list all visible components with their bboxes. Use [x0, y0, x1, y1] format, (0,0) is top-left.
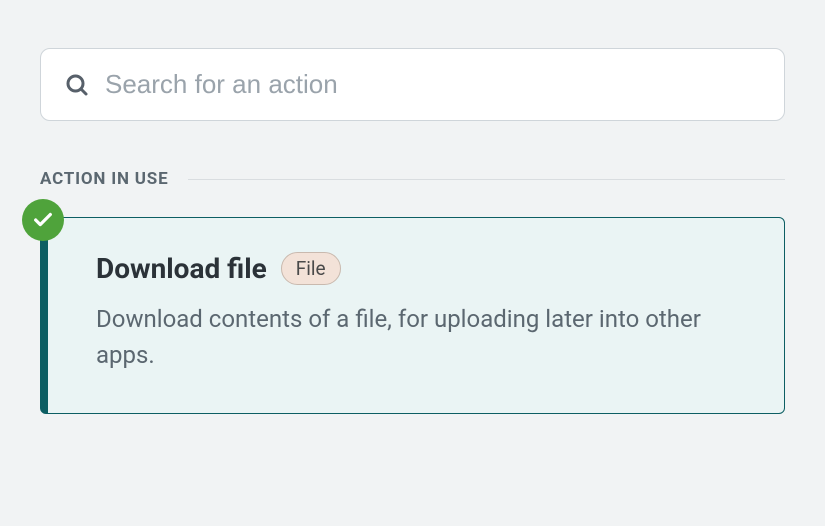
action-card-wrap: Download file File Download contents of … — [40, 217, 785, 414]
search-input[interactable] — [105, 69, 760, 100]
action-title: Download file — [96, 252, 267, 285]
search-box[interactable] — [40, 48, 785, 121]
section-divider — [188, 179, 785, 180]
action-title-row: Download file File — [96, 252, 736, 285]
section-label: ACTION IN USE — [40, 169, 168, 189]
search-icon — [65, 73, 89, 97]
action-card[interactable]: Download file File Download contents of … — [40, 217, 785, 414]
check-icon — [22, 199, 64, 241]
action-tag: File — [281, 252, 341, 285]
section-header: ACTION IN USE — [40, 169, 785, 189]
action-description: Download contents of a file, for uploadi… — [96, 301, 716, 373]
